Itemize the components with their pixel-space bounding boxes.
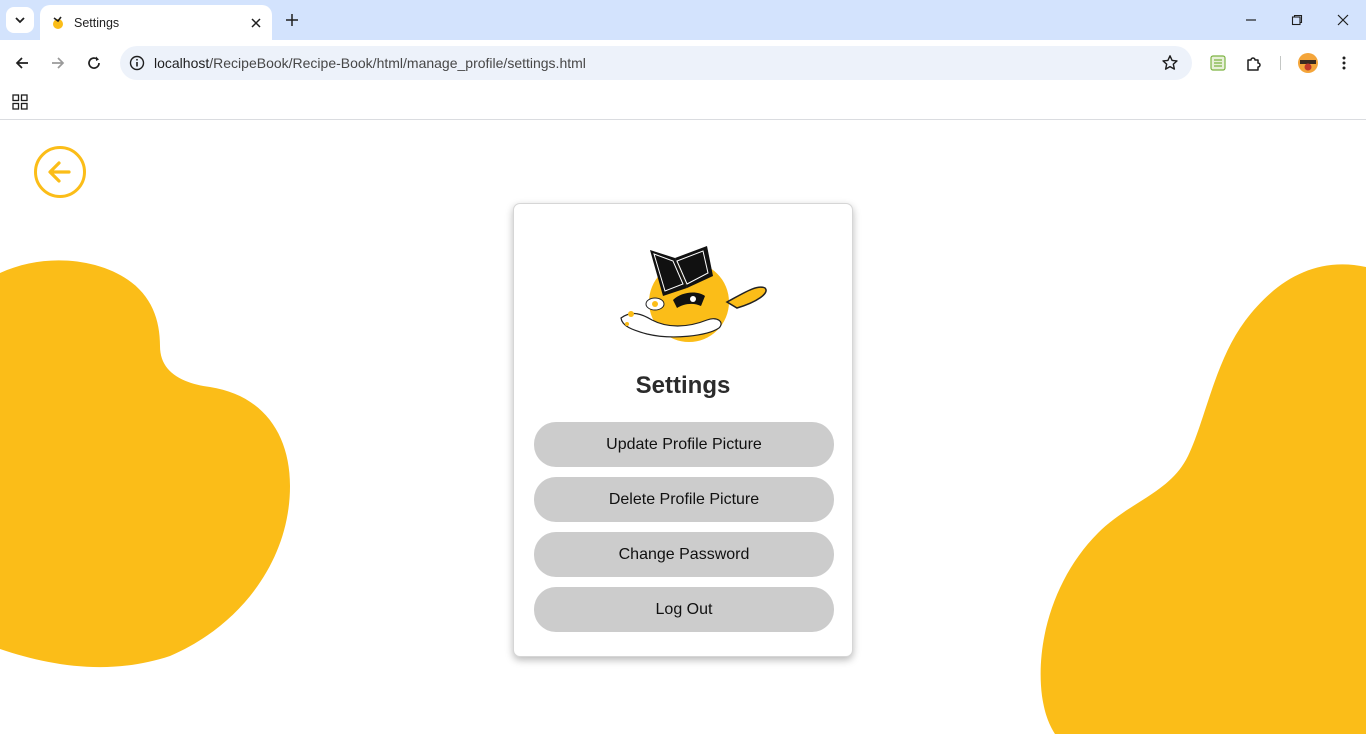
recipe-book-favicon-icon bbox=[53, 16, 63, 29]
close-tab-icon[interactable] bbox=[246, 13, 266, 33]
chevron-down-icon bbox=[15, 17, 25, 24]
arrow-right-icon bbox=[52, 57, 65, 69]
browser-toolbar: localhost/RecipeBook/Recipe-Book/html/ma… bbox=[0, 40, 1366, 86]
left-decorative-blob bbox=[0, 260, 290, 668]
tab-title: Settings bbox=[74, 15, 120, 30]
sheets-extension-icon[interactable] bbox=[1206, 51, 1230, 75]
close-icon bbox=[1337, 14, 1349, 26]
profile-avatar[interactable] bbox=[1296, 51, 1320, 75]
browser-menu-icon[interactable] bbox=[1332, 51, 1356, 75]
close-window-button[interactable] bbox=[1328, 8, 1358, 32]
reload-button[interactable] bbox=[80, 49, 108, 77]
new-tab-button[interactable] bbox=[280, 8, 304, 32]
bookmarks-bar bbox=[0, 86, 1366, 120]
minimize-button[interactable] bbox=[1236, 8, 1266, 32]
back-nav-button[interactable] bbox=[8, 49, 36, 77]
update-profile-picture-button[interactable]: Update Profile Picture bbox=[534, 422, 834, 467]
settings-page: Settings Update Profile Picture Delete P… bbox=[0, 121, 1366, 734]
arrow-left-icon bbox=[15, 57, 28, 69]
restore-button[interactable] bbox=[1282, 8, 1312, 32]
delete-profile-picture-button[interactable]: Delete Profile Picture bbox=[534, 477, 834, 522]
apps-grid-icon[interactable] bbox=[10, 92, 30, 112]
extensions-puzzle-icon[interactable] bbox=[1242, 51, 1266, 75]
arrow-left-icon bbox=[48, 161, 71, 183]
log-out-button[interactable]: Log Out bbox=[534, 587, 834, 632]
settings-card: Settings Update Profile Picture Delete P… bbox=[513, 203, 853, 657]
right-decorative-blob bbox=[1040, 264, 1366, 734]
site-info-icon[interactable] bbox=[120, 46, 154, 80]
reload-icon bbox=[88, 56, 100, 69]
tab-bar: Settings bbox=[0, 0, 1366, 40]
restore-icon bbox=[1291, 14, 1303, 26]
back-button[interactable] bbox=[34, 146, 86, 198]
change-password-button[interactable]: Change Password bbox=[534, 532, 834, 577]
toolbar-divider bbox=[1280, 56, 1281, 70]
forward-nav-button[interactable] bbox=[44, 49, 72, 77]
minimize-icon bbox=[1246, 19, 1256, 21]
recipe-book-logo bbox=[620, 246, 767, 342]
url-host: localhost bbox=[154, 55, 210, 71]
address-bar[interactable]: localhost/RecipeBook/Recipe-Book/html/ma… bbox=[120, 46, 1192, 80]
page-title: Settings bbox=[635, 372, 731, 399]
url-text: localhost/RecipeBook/Recipe-Book/html/ma… bbox=[154, 55, 586, 71]
url-path: /RecipeBook/Recipe-Book/html/manage_prof… bbox=[209, 55, 586, 71]
plus-icon bbox=[286, 14, 298, 26]
bookmark-star-icon[interactable] bbox=[1160, 53, 1180, 73]
tab-settings[interactable]: Settings bbox=[40, 5, 272, 40]
tab-search-button[interactable] bbox=[6, 7, 34, 33]
